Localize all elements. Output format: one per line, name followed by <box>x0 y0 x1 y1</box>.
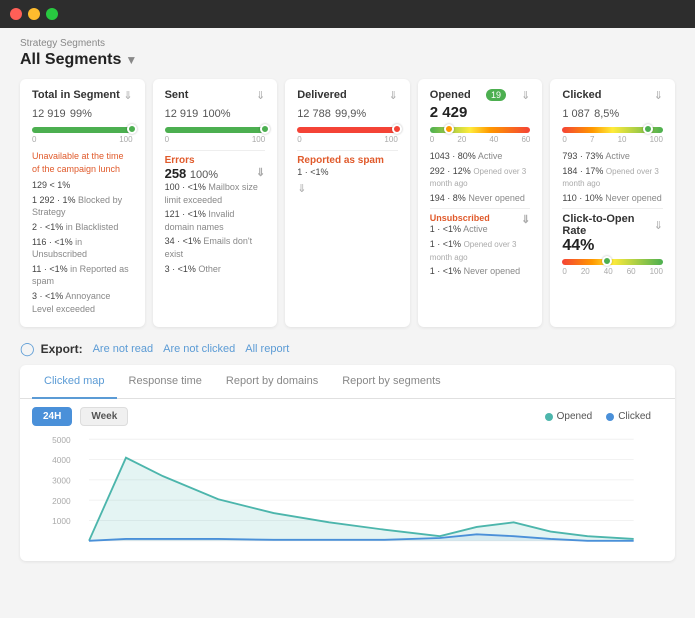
card-opened: Opened 19 ⇓ 2 429 0 20 40 60 1043 · 80% … <box>418 79 543 327</box>
tab-response-time[interactable]: Response time <box>117 365 214 399</box>
cto-value: 44% <box>562 237 663 255</box>
stat-row: 121 · <1% Invalid domain names <box>165 208 266 233</box>
card-sent-value: 12 919 100% <box>165 104 266 121</box>
export-label: Export: <box>41 342 83 356</box>
legend-label-opened: Opened <box>557 411 593 422</box>
stat-row: 1 · <1% Opened over 3 month ago <box>430 238 531 263</box>
legend-label-clicked: Clicked <box>618 411 651 422</box>
stat-row: 1 · <1% Active <box>430 223 531 236</box>
card-total-title: Total in Segment <box>32 89 120 101</box>
svg-text:3000: 3000 <box>52 476 71 486</box>
chart-svg: 5000 4000 3000 2000 1000 <box>32 430 663 550</box>
stat-row: 3 · <1% Annoyance Level exceeded <box>32 290 133 315</box>
stat-row: 2 · <1% in Blacklisted <box>32 221 133 234</box>
titlebar <box>0 0 695 28</box>
stat-row: 194 · 8% Never opened <box>430 192 531 205</box>
stat-row: 129 < 1% <box>32 179 133 192</box>
tab-clicked-map[interactable]: Clicked map <box>32 365 117 399</box>
legend-dot-opened <box>545 413 553 421</box>
minimize-button[interactable] <box>28 8 40 20</box>
export-row: ◯ Export: Are not read Are not clicked A… <box>20 341 675 357</box>
svg-text:2000: 2000 <box>52 496 71 506</box>
svg-text:1000: 1000 <box>52 516 71 526</box>
chart-legend: Opened Clicked <box>545 411 663 422</box>
btn-24h[interactable]: 24H <box>32 407 72 426</box>
card-clicked-value: 1 087 8,5% <box>562 104 663 121</box>
export-links: Are not read Are not clicked All report <box>93 343 290 355</box>
download-icon-clicked[interactable]: ⇓ <box>654 89 663 102</box>
card-delivered: Delivered ⇓ 12 788 99,9% 0 100 Reported … <box>285 79 410 327</box>
download-icon-spam[interactable]: ⇓ <box>297 183 306 195</box>
spam-label: Reported as spam <box>297 155 398 166</box>
card-total-value: 12 919 99% <box>32 104 133 121</box>
stat-row: 34 · <1% Emails don't exist <box>165 235 266 260</box>
close-button[interactable] <box>10 8 22 20</box>
download-icon-delivered[interactable]: ⇓ <box>389 89 398 102</box>
download-icon-sent[interactable]: ⇓ <box>256 89 265 102</box>
card-total: Total in Segment ⇓ 12 919 99% 0 100 Unav… <box>20 79 145 327</box>
card-sent-title: Sent <box>165 89 189 101</box>
download-icon-opened[interactable]: ⇓ <box>521 89 530 102</box>
card-delivered-value: 12 788 99,9% <box>297 104 398 121</box>
export-link-not-clicked[interactable]: Are not clicked <box>163 343 235 355</box>
tab-section: Clicked map Response time Report by doma… <box>20 365 675 561</box>
download-icon-total[interactable]: ⇓ <box>123 89 132 102</box>
export-icon: ◯ <box>20 341 35 357</box>
maximize-button[interactable] <box>46 8 58 20</box>
legend-clicked: Clicked <box>606 411 651 422</box>
page-title-row: All Segments ▼ <box>20 51 675 69</box>
opened-badge: 19 <box>486 89 506 101</box>
download-icon-errors[interactable]: ⇓ <box>256 166 265 179</box>
card-delivered-title: Delivered <box>297 89 347 101</box>
unsubscribed-label: Unsubscribed ⇓ <box>430 213 531 223</box>
tab-report-segments[interactable]: Report by segments <box>330 365 452 399</box>
card-opened-value: 2 429 <box>430 104 531 121</box>
chart-area: 5000 4000 3000 2000 1000 <box>20 430 675 561</box>
stat-row: 184 · 17% Opened over 3 month ago <box>562 165 663 190</box>
card-total-sub: Unavailable at the time of the campaign … <box>32 150 133 175</box>
stat-row: 292 · 12% Opened over 3 month ago <box>430 165 531 190</box>
export-link-not-read[interactable]: Are not read <box>93 343 154 355</box>
card-opened-title: Opened <box>430 89 471 101</box>
stat-row: 1 292 · 1% Blocked by Strategy <box>32 194 133 219</box>
spam-value: 1 · <1% <box>297 166 398 179</box>
stat-row: 100 · <1% Mailbox size limit exceeded <box>165 181 266 206</box>
main-content: Strategy Segments All Segments ▼ Total i… <box>0 28 695 618</box>
stat-row: 11 · <1% in Reported as spam <box>32 263 133 288</box>
stat-row: 110 · 10% Never opened <box>562 192 663 205</box>
breadcrumb: Strategy Segments <box>20 38 675 49</box>
svg-text:4000: 4000 <box>52 455 71 465</box>
card-sent: Sent ⇓ 12 919 100% 0 100 Errors 258 100%… <box>153 79 278 327</box>
legend-opened: Opened <box>545 411 593 422</box>
stat-row: 3 · <1% Other <box>165 263 266 276</box>
cto-label: Click-to-Open Rate <box>562 213 653 237</box>
stat-row: 1043 · 80% Active <box>430 150 531 163</box>
stat-row: 1 · <1% Never opened <box>430 265 531 278</box>
stat-row: 793 · 73% Active <box>562 150 663 163</box>
error-label: Errors <box>165 155 266 166</box>
tab-bar: Clicked map Response time Report by doma… <box>20 365 675 399</box>
tab-report-domains[interactable]: Report by domains <box>214 365 330 399</box>
card-clicked: Clicked ⇓ 1 087 8,5% 0 7 10 100 793 · 73… <box>550 79 675 327</box>
error-value: 258 100% ⇓ <box>165 166 266 181</box>
legend-dot-clicked <box>606 413 614 421</box>
stat-row: 116 · <1% in Unsubscribed <box>32 236 133 261</box>
cards-row: Total in Segment ⇓ 12 919 99% 0 100 Unav… <box>20 79 675 327</box>
download-icon-unsub[interactable]: ⇓ <box>521 213 530 226</box>
chart-controls: 24H Week Opened Clicked <box>20 399 675 430</box>
svg-text:5000: 5000 <box>52 435 71 445</box>
card-clicked-title: Clicked <box>562 89 601 101</box>
btn-week[interactable]: Week <box>80 407 128 426</box>
page-title: All Segments <box>20 51 121 69</box>
export-link-all-report[interactable]: All report <box>245 343 289 355</box>
download-icon-cto[interactable]: ⇓ <box>654 219 663 232</box>
chevron-down-icon[interactable]: ▼ <box>125 53 137 67</box>
